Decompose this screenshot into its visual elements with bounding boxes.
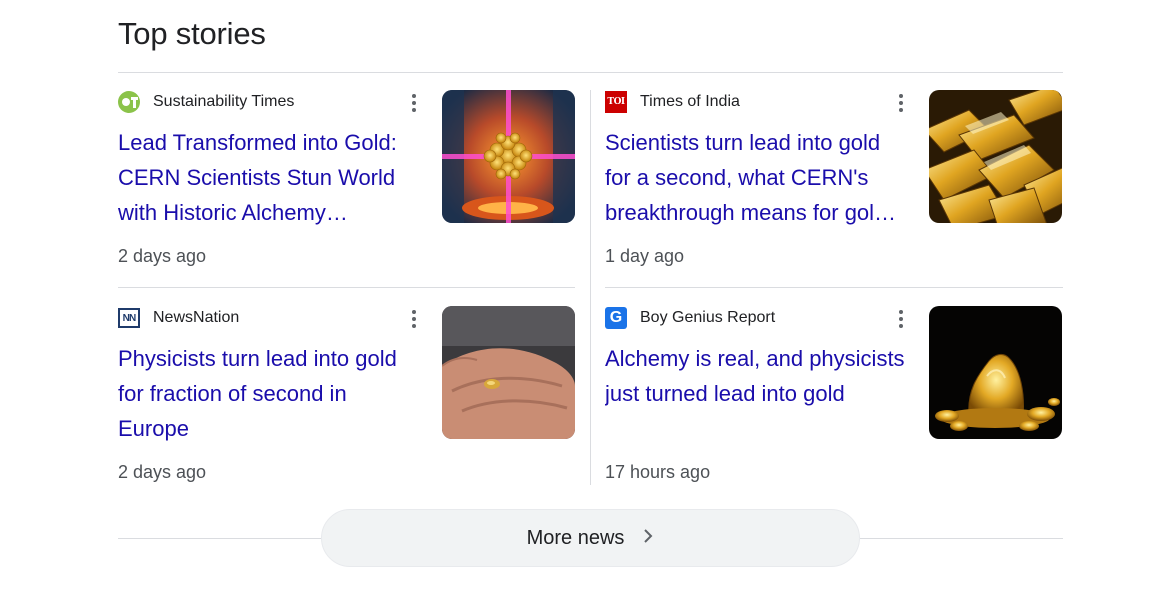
story-age: 2 days ago — [118, 246, 207, 266]
favicon-text: NN — [122, 312, 137, 324]
story-card[interactable]: NN NewsNation Physicists turn lead into … — [118, 306, 575, 496]
story-age: 1 day ago — [605, 246, 685, 266]
source-name: Boy Genius Report — [640, 309, 776, 326]
story-card[interactable]: Sustainability Times Lead Transformed in… — [118, 90, 575, 280]
row-divider — [605, 287, 1063, 288]
story-headline-link[interactable]: Scientists turn lead into gold for a sec… — [605, 125, 910, 230]
more-news-button[interactable]: More news — [321, 509, 860, 567]
story-card[interactable]: TOI Times of India Scientists turn lead … — [605, 90, 1062, 280]
headline-text: Lead Transformed into Gold: CERN Scienti… — [118, 130, 397, 225]
divider — [118, 72, 1063, 73]
story-thumbnail[interactable] — [442, 306, 575, 439]
sustainability-times-logo-icon — [118, 91, 140, 113]
headline-text: Physicists turn lead into gold for fract… — [118, 346, 397, 441]
section-title: Top stories — [118, 16, 266, 51]
story-thumbnail[interactable] — [929, 90, 1062, 223]
chevron-right-icon — [642, 528, 654, 549]
story-source[interactable]: G Boy Genius Report — [605, 306, 775, 330]
story-source[interactable]: Sustainability Times — [118, 90, 294, 114]
more-options-icon[interactable] — [891, 92, 911, 114]
story-thumbnail[interactable] — [929, 306, 1062, 439]
source-name: Times of India — [640, 93, 740, 110]
headline-text: Alchemy is real, and physicists just tur… — [605, 346, 905, 406]
row-divider — [118, 287, 575, 288]
more-options-icon[interactable] — [891, 308, 911, 330]
favicon-text: TOI — [607, 97, 625, 107]
more-options-icon[interactable] — [404, 92, 424, 114]
source-name: Sustainability Times — [153, 93, 295, 110]
times-of-india-logo-icon: TOI — [605, 91, 627, 113]
more-news-label: More news — [526, 526, 625, 549]
story-age: 17 hours ago — [605, 462, 711, 482]
story-card[interactable]: G Boy Genius Report Alchemy is real, and… — [605, 306, 1062, 496]
story-headline-link[interactable]: Physicists turn lead into gold for fract… — [118, 341, 423, 446]
story-age: 2 days ago — [118, 462, 207, 482]
favicon-text: G — [609, 309, 623, 326]
story-headline-link[interactable]: Lead Transformed into Gold: CERN Scienti… — [118, 125, 423, 230]
story-headline-link[interactable]: Alchemy is real, and physicists just tur… — [605, 341, 910, 411]
more-options-icon[interactable] — [404, 308, 424, 330]
story-source[interactable]: NN NewsNation — [118, 306, 239, 330]
column-divider — [590, 90, 591, 485]
story-source[interactable]: TOI Times of India — [605, 90, 740, 114]
source-name: NewsNation — [153, 309, 240, 326]
headline-text: Scientists turn lead into gold for a sec… — [605, 130, 897, 225]
newsnation-logo-icon: NN — [118, 308, 140, 328]
story-thumbnail[interactable] — [442, 90, 575, 223]
bgr-logo-icon: G — [605, 307, 627, 329]
